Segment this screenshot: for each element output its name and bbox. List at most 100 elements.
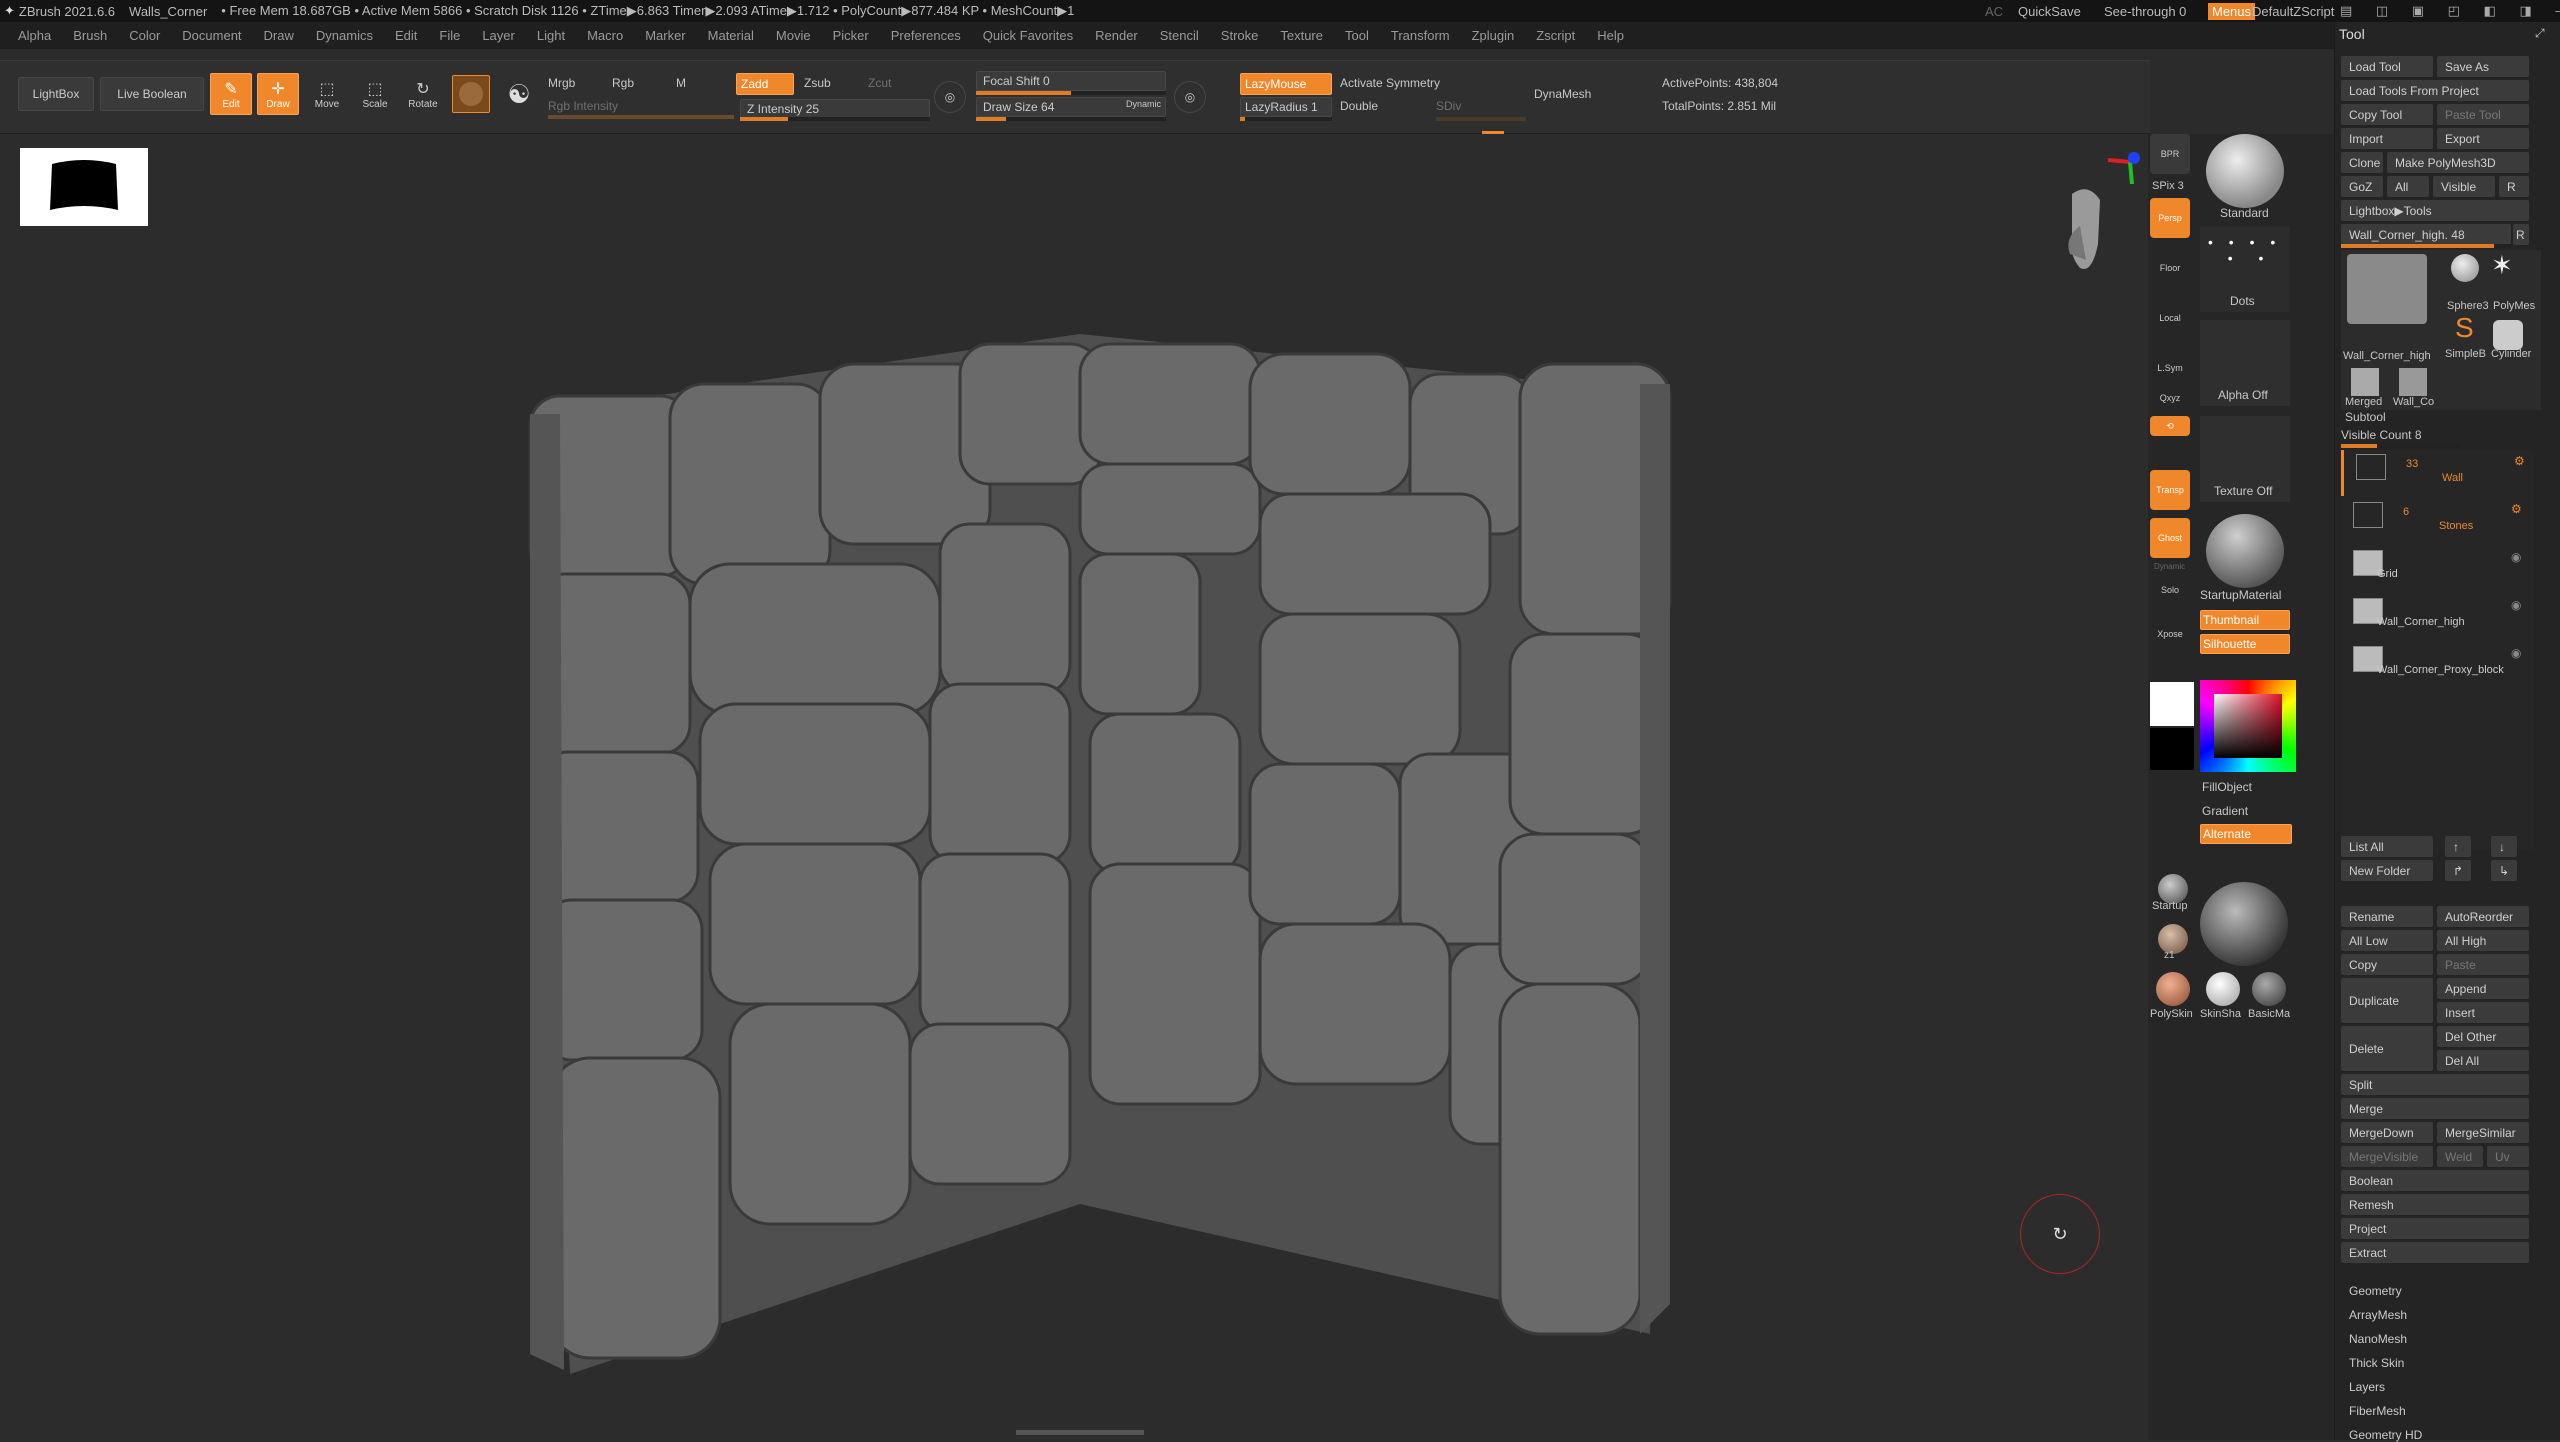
split-button[interactable]: Split	[2341, 1074, 2529, 1095]
z-intensity-slider[interactable]: Z Intensity 25	[740, 99, 930, 119]
goz-r-button[interactable]: R	[2499, 176, 2529, 197]
live-boolean-button[interactable]: Live Boolean	[100, 77, 204, 111]
menu-item-quick-favorites[interactable]: Quick Favorites	[983, 28, 1073, 43]
menu-item-macro[interactable]: Macro	[587, 28, 623, 43]
duplicate-button[interactable]: Duplicate	[2341, 978, 2433, 1023]
append-button[interactable]: Append	[2437, 978, 2529, 999]
tool-thumb-simplebrush[interactable]: S	[2455, 312, 2474, 344]
mrgb-button[interactable]: Mrgb	[548, 76, 575, 90]
insert-button[interactable]: Insert	[2437, 1002, 2529, 1023]
new-folder-button[interactable]: New Folder	[2341, 860, 2433, 881]
merge-button[interactable]: Merge	[2341, 1098, 2529, 1119]
rotate-lock-button[interactable]: ⟲	[2150, 416, 2190, 436]
zadd-button[interactable]: Zadd	[736, 73, 794, 95]
visibility-eye-icon[interactable]: ⚙	[2514, 454, 2525, 468]
see-through-slider[interactable]: See-through 0	[2104, 4, 2186, 19]
all-high-button[interactable]: All High	[2437, 930, 2529, 951]
lsym-button[interactable]: L.Sym	[2150, 348, 2190, 388]
paste-button[interactable]: Paste	[2437, 954, 2529, 975]
canvas-viewport[interactable]: ↻	[0, 134, 2148, 1440]
menu-item-render[interactable]: Render	[1095, 28, 1138, 43]
m-button[interactable]: M	[676, 76, 686, 90]
mergedown-button[interactable]: MergeDown	[2341, 1122, 2433, 1143]
menu-item-picker[interactable]: Picker	[833, 28, 869, 43]
menu-item-edit[interactable]: Edit	[395, 28, 417, 43]
color-mode-button[interactable]: ☯	[500, 75, 538, 113]
color-picker[interactable]	[2200, 680, 2296, 772]
load-tools-from-project-button[interactable]: Load Tools From Project	[2341, 80, 2529, 101]
menu-item-color[interactable]: Color	[129, 28, 160, 43]
rename-button[interactable]: Rename	[2341, 906, 2433, 927]
menu-item-alpha[interactable]: Alpha	[18, 28, 51, 43]
move-mode-button[interactable]: ⬚ Move	[306, 73, 348, 115]
material-swatch-button[interactable]	[452, 75, 490, 113]
visibility-eye-icon[interactable]: ◉	[2511, 646, 2521, 660]
zcut-button[interactable]: Zcut	[868, 76, 891, 90]
bpr-button[interactable]: BPR	[2150, 134, 2190, 174]
current-tool-r-button[interactable]: R	[2513, 224, 2529, 245]
basicmat-mat-thumb[interactable]	[2252, 972, 2286, 1006]
import-button[interactable]: Import	[2341, 128, 2433, 149]
boolean-section[interactable]: Boolean	[2341, 1170, 2529, 1191]
sdiv-slider[interactable]: SDiv	[1436, 99, 1461, 113]
tool-thumb-merged[interactable]	[2351, 368, 2379, 396]
material-preview-sphere[interactable]	[2200, 882, 2288, 966]
subtool-row[interactable]: Wall_Corner_high ◉	[2341, 594, 2533, 640]
menu-item-zscript[interactable]: Zscript	[1536, 28, 1575, 43]
folder-down-button[interactable]: ↳	[2491, 860, 2517, 881]
material-slot[interactable]: StartupMaterial	[2200, 510, 2290, 606]
subtool-row[interactable]: Wall_Corner_Proxy_block ◉	[2341, 642, 2533, 688]
section-layers[interactable]: Layers	[2349, 1380, 2385, 1394]
gradient-button[interactable]: Gradient	[2202, 804, 2248, 818]
lazyradius-slider[interactable]: LazyRadius 1	[1240, 97, 1332, 117]
lightbox-button[interactable]: LightBox	[18, 77, 94, 111]
wall-corner-mesh[interactable]	[520, 324, 1680, 1384]
menu-item-file[interactable]: File	[439, 28, 460, 43]
make-polymesh-button[interactable]: Make PolyMesh3D	[2387, 152, 2529, 173]
draw-mode-button[interactable]: ✛ Draw	[257, 73, 299, 115]
uv-button[interactable]: Uv	[2487, 1146, 2529, 1167]
menu-item-material[interactable]: Material	[708, 28, 754, 43]
autoreorder-button[interactable]: AutoReorder	[2437, 906, 2529, 927]
transp-button[interactable]: Transp	[2150, 470, 2190, 510]
delete-button[interactable]: Delete	[2341, 1026, 2433, 1071]
silhouette-button[interactable]: Silhouette	[2200, 634, 2290, 654]
all-low-button[interactable]: All Low	[2341, 930, 2433, 951]
visibility-eye-icon[interactable]: ⚙	[2511, 502, 2522, 516]
subtool-header[interactable]: Subtool	[2345, 410, 2386, 424]
lightbox-tools-button[interactable]: Lightbox▶Tools	[2341, 200, 2529, 221]
skinshade-mat-thumb[interactable]	[2206, 972, 2240, 1006]
menu-item-light[interactable]: Light	[537, 28, 565, 43]
rgb-intensity-slider[interactable]: Rgb Intensity	[548, 99, 618, 113]
dynamesh-button[interactable]: DynaMesh	[1534, 87, 1591, 101]
menu-item-stroke[interactable]: Stroke	[1221, 28, 1259, 43]
menu-item-transform[interactable]: Transform	[1391, 28, 1450, 43]
paste-tool-button[interactable]: Paste Tool	[2437, 104, 2529, 125]
del-all-button[interactable]: Del All	[2437, 1050, 2529, 1071]
rotate-mode-button[interactable]: ↻ Rotate	[402, 73, 444, 115]
xyz-button[interactable]: Qxyz	[2150, 388, 2190, 408]
section-geometry[interactable]: Geometry	[2349, 1284, 2402, 1298]
brush-slot[interactable]: Standard	[2200, 134, 2290, 220]
visibility-eye-icon[interactable]: ◉	[2511, 550, 2521, 564]
goz-visible-button[interactable]: Visible	[2433, 176, 2495, 197]
menu-item-document[interactable]: Document	[182, 28, 241, 43]
save-as-button[interactable]: Save As	[2437, 56, 2529, 77]
menu-item-zplugin[interactable]: Zplugin	[1472, 28, 1515, 43]
goz-button[interactable]: GoZ	[2341, 176, 2383, 197]
menu-item-texture[interactable]: Texture	[1280, 28, 1323, 43]
menu-item-marker[interactable]: Marker	[645, 28, 685, 43]
thumbnail-button[interactable]: Thumbnail	[2200, 610, 2290, 630]
lazymouse-button[interactable]: LazyMouse	[1240, 73, 1332, 95]
dock-icon[interactable]: ⤢	[2535, 26, 2545, 41]
del-other-button[interactable]: Del Other	[2437, 1026, 2529, 1047]
draw-target-toggle[interactable]: ◎	[1174, 81, 1206, 113]
export-button[interactable]: Export	[2437, 128, 2529, 149]
edit-mode-button[interactable]: ✎ Edit	[210, 73, 252, 115]
menu-item-movie[interactable]: Movie	[776, 28, 811, 43]
project-section[interactable]: Project	[2341, 1218, 2529, 1239]
bottom-tray-handle[interactable]	[1016, 1430, 1144, 1435]
goz-all-button[interactable]: All	[2387, 176, 2429, 197]
subtool-list[interactable]: 33 Wall ⚙ 6 Stones ⚙ Grid ◉ Wall_Corner_high ◉ Wal…	[2341, 450, 2533, 850]
menu-item-brush[interactable]: Brush	[73, 28, 107, 43]
